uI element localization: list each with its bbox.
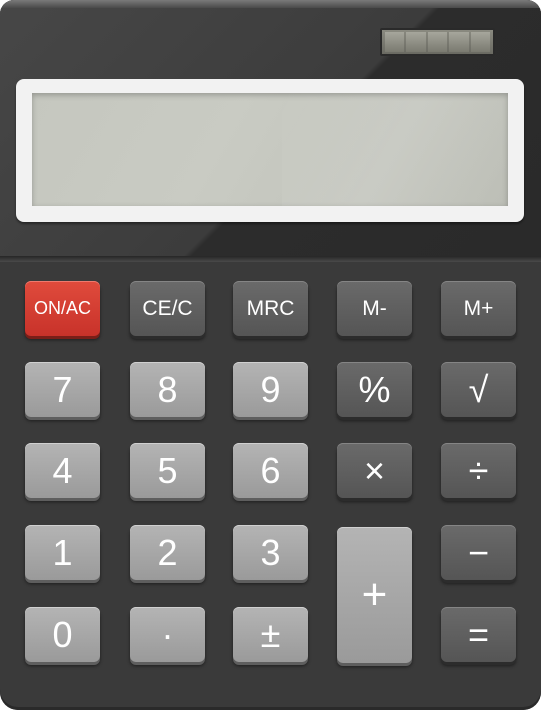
ce-c-button[interactable]: CE/C xyxy=(130,281,205,336)
digit-1-button[interactable]: 1 xyxy=(25,525,100,580)
on-ac-label: ON/AC xyxy=(33,298,91,318)
decimal-button[interactable]: · xyxy=(130,607,205,662)
memory-plus-label: M+ xyxy=(463,296,494,320)
divide-button[interactable]: ÷ xyxy=(441,443,516,498)
divide-icon: ÷ xyxy=(468,449,489,491)
memory-minus-label: M- xyxy=(362,296,387,320)
solar-cell xyxy=(427,32,448,52)
multiply-button[interactable]: × xyxy=(337,443,412,498)
digit-1-label: 1 xyxy=(52,531,73,573)
display-frame xyxy=(16,79,524,222)
minus-icon: − xyxy=(467,531,490,573)
digit-0-button[interactable]: 0 xyxy=(25,607,100,662)
panel-divider xyxy=(0,256,541,262)
solar-cell xyxy=(406,32,426,52)
multiply-icon: × xyxy=(363,449,386,491)
digit-0-label: 0 xyxy=(52,613,73,655)
memory-plus-button[interactable]: M+ xyxy=(441,281,516,336)
solar-cell xyxy=(385,32,405,52)
plus-minus-button[interactable]: ± xyxy=(233,607,308,662)
digit-6-label: 6 xyxy=(260,449,281,491)
digit-2-button[interactable]: 2 xyxy=(130,525,205,580)
digit-5-label: 5 xyxy=(157,449,178,491)
digit-8-button[interactable]: 8 xyxy=(130,362,205,417)
solar-panel xyxy=(380,28,495,56)
digit-5-button[interactable]: 5 xyxy=(130,443,205,498)
digit-3-button[interactable]: 3 xyxy=(233,525,308,580)
digit-7-label: 7 xyxy=(52,368,73,410)
digit-6-button[interactable]: 6 xyxy=(233,443,308,498)
digit-4-label: 4 xyxy=(52,449,73,491)
equals-button[interactable]: = xyxy=(441,607,516,662)
digit-4-button[interactable]: 4 xyxy=(25,443,100,498)
square-root-button[interactable]: √ xyxy=(441,362,516,417)
digit-2-label: 2 xyxy=(157,531,178,573)
ce-c-label: CE/C xyxy=(142,296,193,320)
decimal-point-label: · xyxy=(161,613,174,655)
square-root-icon: √ xyxy=(468,368,489,410)
memory-minus-button[interactable]: M- xyxy=(337,281,412,336)
digit-9-label: 9 xyxy=(260,368,281,410)
calculator-top-edge xyxy=(0,0,541,8)
on-ac-button[interactable]: ON/AC xyxy=(25,281,100,336)
digit-8-label: 8 xyxy=(157,368,178,410)
plus-icon: + xyxy=(361,570,388,619)
display-glare xyxy=(282,93,508,206)
mrc-button[interactable]: MRC xyxy=(233,281,308,336)
digit-7-button[interactable]: 7 xyxy=(25,362,100,417)
solar-cell xyxy=(449,32,469,52)
percent-button[interactable]: % xyxy=(337,362,412,417)
mrc-label: MRC xyxy=(246,296,295,320)
solar-cell xyxy=(470,32,491,52)
digit-3-label: 3 xyxy=(260,531,281,573)
percent-label: % xyxy=(358,368,391,410)
equals-icon: = xyxy=(467,613,490,655)
plus-button[interactable]: + xyxy=(337,527,412,663)
digit-9-button[interactable]: 9 xyxy=(233,362,308,417)
plus-minus-icon: ± xyxy=(260,613,281,655)
minus-button[interactable]: − xyxy=(441,525,516,580)
display-screen xyxy=(32,93,508,206)
calculator-body: ON/AC CE/C MRC M- M+ 7 8 9 % √ 4 5 6 × ÷ xyxy=(0,0,541,710)
